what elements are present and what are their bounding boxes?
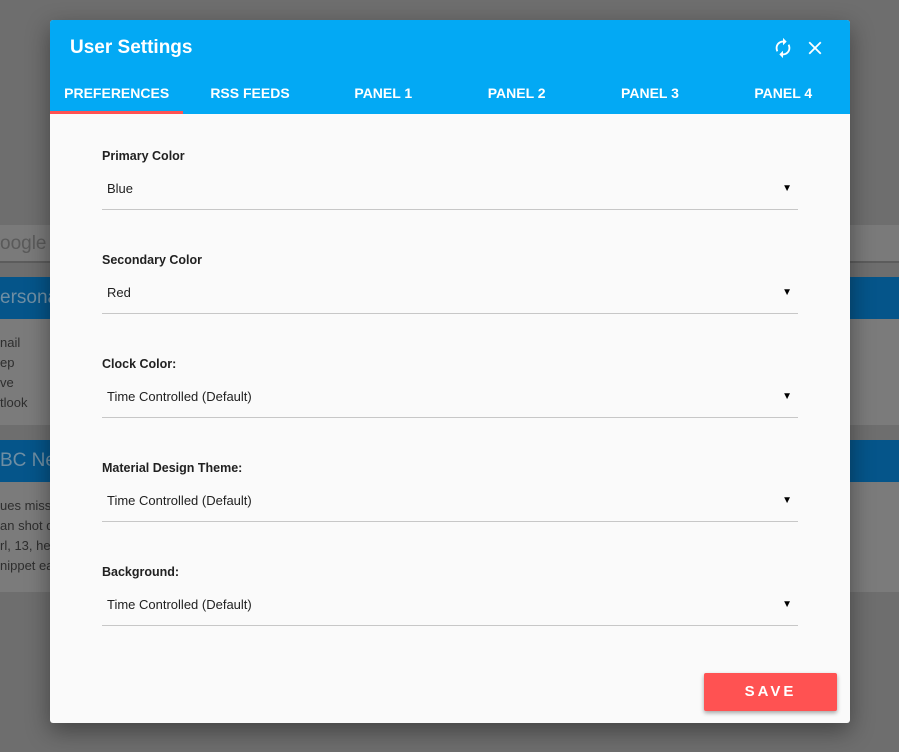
secondary-color-value: Red (107, 285, 131, 300)
material-design-theme-label: Material Design Theme: (102, 461, 243, 475)
secondary-color-label: Secondary Color (102, 253, 203, 267)
tab-panel-2[interactable]: PANEL 2 (450, 80, 583, 114)
settings-tabs: PREFERENCES RSS FEEDS PANEL 1 PANEL 2 PA… (50, 80, 850, 114)
tab-panel-3[interactable]: PANEL 3 (583, 80, 716, 114)
background-value: Time Controlled (Default) (107, 597, 252, 612)
primary-color-select[interactable]: Blue ▼ (102, 168, 798, 210)
material-design-theme-value: Time Controlled (Default) (107, 493, 252, 508)
tab-preferences[interactable]: PREFERENCES (50, 80, 184, 114)
secondary-color-select[interactable]: Red ▼ (102, 272, 798, 314)
clock-color-select[interactable]: Time Controlled (Default) ▼ (102, 376, 798, 418)
secondary-color-field: Secondary Color Red ▼ (102, 252, 798, 356)
material-design-theme-select[interactable]: Time Controlled (Default) ▼ (102, 480, 798, 522)
save-button[interactable]: SAVE (704, 673, 837, 711)
dropdown-arrow-icon: ▼ (782, 599, 792, 610)
clock-color-label: Clock Color: (102, 357, 177, 371)
clock-color-value: Time Controlled (Default) (107, 389, 252, 404)
dropdown-arrow-icon: ▼ (782, 287, 792, 298)
background-card-title: BC Ne (0, 450, 56, 471)
dropdown-arrow-icon: ▼ (782, 183, 792, 194)
background-select[interactable]: Time Controlled (Default) ▼ (102, 584, 798, 626)
user-settings-dialog: User Settings PREFERENCES RSS FEEDS PANE… (50, 20, 850, 723)
preferences-form: Primary Color Blue ▼ Secondary Color Red… (102, 148, 798, 668)
dialog-title: User Settings (70, 37, 193, 58)
material-design-theme-field: Material Design Theme: Time Controlled (… (102, 460, 798, 564)
refresh-button[interactable] (772, 37, 794, 59)
primary-color-value: Blue (107, 181, 134, 196)
background-label: Background: (102, 565, 180, 579)
background-field: Background: Time Controlled (Default) ▼ (102, 564, 798, 668)
primary-color-label: Primary Color (102, 149, 185, 163)
dialog-header: User Settings PREFERENCES RSS FEEDS PANE… (50, 20, 850, 114)
background-search-text: oogle (0, 233, 47, 254)
tab-panel-1[interactable]: PANEL 1 (317, 80, 450, 114)
close-icon (808, 41, 822, 55)
tab-rss-feeds[interactable]: RSS FEEDS (183, 80, 316, 114)
close-button[interactable] (804, 37, 826, 59)
refresh-icon (775, 37, 791, 59)
primary-color-field: Primary Color Blue ▼ (102, 148, 798, 252)
clock-color-field: Clock Color: Time Controlled (Default) ▼ (102, 356, 798, 460)
dropdown-arrow-icon: ▼ (782, 391, 792, 402)
tab-panel-4[interactable]: PANEL 4 (717, 80, 850, 114)
dropdown-arrow-icon: ▼ (782, 495, 792, 506)
